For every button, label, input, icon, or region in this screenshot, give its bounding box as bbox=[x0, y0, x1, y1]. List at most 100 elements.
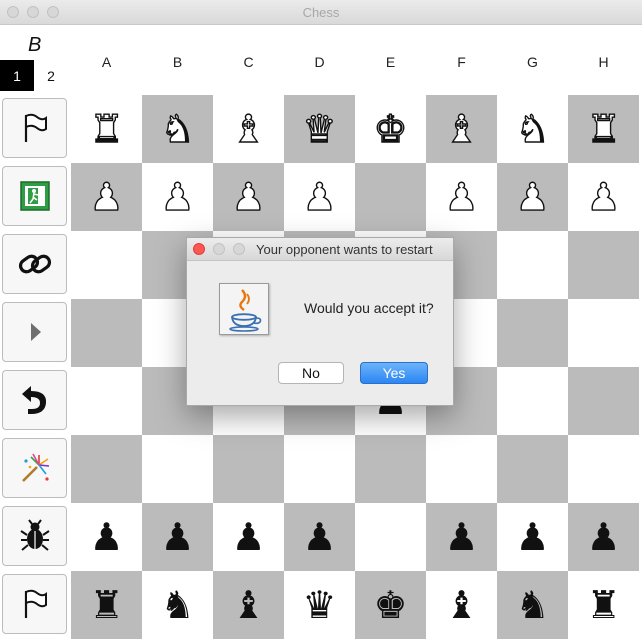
square-h3[interactable] bbox=[568, 435, 639, 503]
square-h4[interactable] bbox=[568, 367, 639, 435]
square-e1[interactable]: ♚ bbox=[355, 571, 426, 639]
yes-button[interactable]: Yes bbox=[360, 362, 428, 384]
square-b2[interactable]: ♟ bbox=[142, 503, 213, 571]
chess-piece[interactable]: ♟ bbox=[515, 518, 549, 556]
magic-button[interactable] bbox=[2, 438, 67, 498]
chess-piece[interactable]: ♛ bbox=[302, 586, 336, 624]
square-b3[interactable] bbox=[142, 435, 213, 503]
no-button[interactable]: No bbox=[278, 362, 344, 384]
square-f3[interactable] bbox=[426, 435, 497, 503]
chess-piece[interactable]: ♟ bbox=[302, 177, 337, 216]
flag-bottom-button[interactable] bbox=[2, 574, 67, 634]
square-a1[interactable]: ♜ bbox=[71, 571, 142, 639]
column-label-h: H bbox=[598, 54, 609, 70]
undo-icon bbox=[21, 386, 46, 414]
column-label-b: B bbox=[172, 54, 183, 70]
exit-button[interactable] bbox=[2, 166, 67, 226]
player-tab-2[interactable]: 2 bbox=[34, 60, 68, 91]
chess-piece[interactable]: ♞ bbox=[160, 586, 194, 624]
chess-piece[interactable]: ♚ bbox=[373, 586, 407, 624]
square-a3[interactable] bbox=[71, 435, 142, 503]
square-e8[interactable]: ♚ bbox=[355, 95, 426, 163]
square-d2[interactable]: ♟ bbox=[284, 503, 355, 571]
chess-piece[interactable]: ♟ bbox=[515, 177, 550, 216]
square-f7[interactable]: ♟ bbox=[426, 163, 497, 231]
play-button[interactable] bbox=[2, 302, 67, 362]
square-g4[interactable] bbox=[497, 367, 568, 435]
square-c3[interactable] bbox=[213, 435, 284, 503]
chess-piece[interactable]: ♞ bbox=[160, 109, 195, 148]
square-g5[interactable] bbox=[497, 299, 568, 367]
square-g6[interactable] bbox=[497, 231, 568, 299]
square-a2[interactable]: ♟ bbox=[71, 503, 142, 571]
connect-button[interactable] bbox=[2, 234, 67, 294]
square-g2[interactable]: ♟ bbox=[497, 503, 568, 571]
square-b1[interactable]: ♞ bbox=[142, 571, 213, 639]
chess-piece[interactable]: ♟ bbox=[231, 177, 266, 216]
square-c7[interactable]: ♟ bbox=[213, 163, 284, 231]
chess-piece[interactable]: ♟ bbox=[89, 177, 124, 216]
square-a6[interactable] bbox=[71, 231, 142, 299]
player-label: B bbox=[28, 34, 42, 56]
undo-button[interactable] bbox=[2, 370, 67, 430]
chess-piece[interactable]: ♟ bbox=[89, 518, 123, 556]
chess-piece[interactable]: ♟ bbox=[231, 518, 265, 556]
square-b7[interactable]: ♟ bbox=[142, 163, 213, 231]
player-tab-1[interactable]: 1 bbox=[0, 60, 34, 91]
square-h6[interactable] bbox=[568, 231, 639, 299]
square-f2[interactable]: ♟ bbox=[426, 503, 497, 571]
square-c8[interactable]: ♝ bbox=[213, 95, 284, 163]
restart-dialog: Your opponent wants to restart Would you… bbox=[186, 237, 454, 406]
square-e2[interactable] bbox=[355, 503, 426, 571]
square-h2[interactable]: ♟ bbox=[568, 503, 639, 571]
square-d3[interactable] bbox=[284, 435, 355, 503]
chess-piece[interactable]: ♜ bbox=[89, 109, 124, 148]
chess-piece[interactable]: ♝ bbox=[444, 109, 479, 148]
square-d7[interactable]: ♟ bbox=[284, 163, 355, 231]
chess-piece[interactable]: ♟ bbox=[160, 177, 195, 216]
chess-piece[interactable]: ♟ bbox=[586, 518, 620, 556]
square-a4[interactable] bbox=[71, 367, 142, 435]
square-e7[interactable] bbox=[355, 163, 426, 231]
chess-piece[interactable]: ♜ bbox=[586, 586, 620, 624]
chess-piece[interactable]: ♝ bbox=[444, 586, 478, 624]
chess-piece[interactable]: ♟ bbox=[444, 177, 479, 216]
flag-icon bbox=[24, 113, 47, 142]
debug-button[interactable] bbox=[2, 506, 67, 566]
square-f8[interactable]: ♝ bbox=[426, 95, 497, 163]
chess-piece[interactable]: ♞ bbox=[515, 109, 550, 148]
chess-piece[interactable]: ♟ bbox=[160, 518, 194, 556]
chess-piece[interactable]: ♚ bbox=[373, 109, 408, 148]
chess-piece[interactable]: ♛ bbox=[302, 109, 337, 148]
square-e3[interactable] bbox=[355, 435, 426, 503]
chess-piece[interactable]: ♟ bbox=[444, 518, 478, 556]
square-d8[interactable]: ♛ bbox=[284, 95, 355, 163]
chess-piece[interactable]: ♝ bbox=[231, 109, 266, 148]
square-c1[interactable]: ♝ bbox=[213, 571, 284, 639]
square-g8[interactable]: ♞ bbox=[497, 95, 568, 163]
square-h7[interactable]: ♟ bbox=[568, 163, 639, 231]
square-h5[interactable] bbox=[568, 299, 639, 367]
column-label-c: C bbox=[243, 54, 254, 70]
square-g3[interactable] bbox=[497, 435, 568, 503]
chess-piece[interactable]: ♜ bbox=[89, 586, 123, 624]
dialog-minimize-button bbox=[213, 243, 225, 255]
square-a8[interactable]: ♜ bbox=[71, 95, 142, 163]
square-c2[interactable]: ♟ bbox=[213, 503, 284, 571]
square-a7[interactable]: ♟ bbox=[71, 163, 142, 231]
square-a5[interactable] bbox=[71, 299, 142, 367]
square-b8[interactable]: ♞ bbox=[142, 95, 213, 163]
flag-button[interactable] bbox=[2, 98, 67, 158]
square-h8[interactable]: ♜ bbox=[568, 95, 639, 163]
square-g1[interactable]: ♞ bbox=[497, 571, 568, 639]
chess-piece[interactable]: ♜ bbox=[586, 109, 621, 148]
chess-piece[interactable]: ♟ bbox=[586, 177, 621, 216]
chess-piece[interactable]: ♝ bbox=[231, 586, 265, 624]
square-h1[interactable]: ♜ bbox=[568, 571, 639, 639]
square-g7[interactable]: ♟ bbox=[497, 163, 568, 231]
dialog-close-button[interactable] bbox=[193, 243, 205, 255]
square-d1[interactable]: ♛ bbox=[284, 571, 355, 639]
chess-piece[interactable]: ♞ bbox=[515, 586, 549, 624]
chess-piece[interactable]: ♟ bbox=[302, 518, 336, 556]
square-f1[interactable]: ♝ bbox=[426, 571, 497, 639]
